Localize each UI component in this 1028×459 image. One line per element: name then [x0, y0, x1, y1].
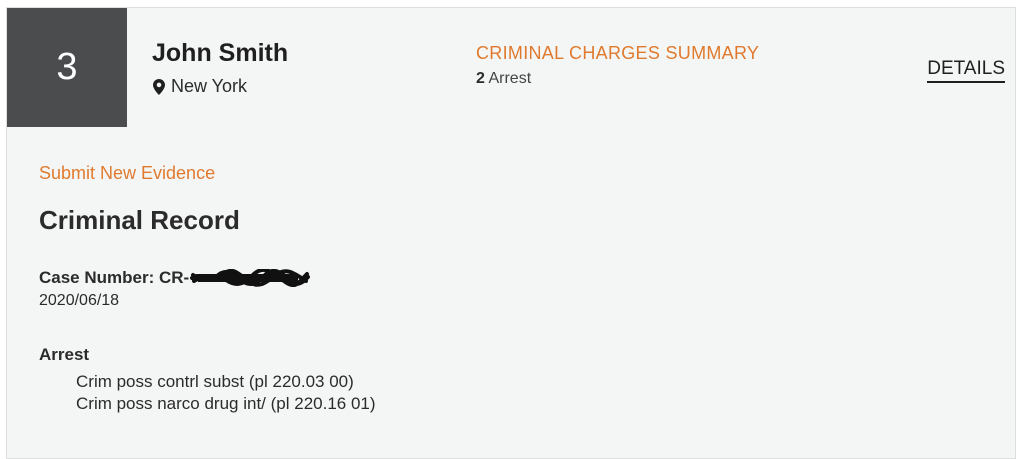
person-name: John Smith: [152, 39, 289, 67]
charge-list: Crim poss contrl subst (pl 220.03 00) Cr…: [76, 371, 376, 415]
location: New York: [153, 76, 247, 97]
arrest-count: 2: [476, 70, 485, 87]
details-link[interactable]: DETAILS: [927, 58, 1005, 83]
submit-evidence-link[interactable]: Submit New Evidence: [39, 163, 215, 184]
rank-badge: 3: [7, 8, 127, 127]
charge-item: Crim poss contrl subst (pl 220.03 00): [76, 372, 354, 391]
case-date: 2020/06/18: [39, 292, 120, 309]
map-pin-icon: [153, 78, 165, 95]
arrest-label: Arrest: [488, 70, 532, 87]
charges-summary-title: CRIMINAL CHARGES SUMMARY: [476, 43, 760, 63]
location-label: New York: [171, 76, 248, 96]
redaction-scribble: [190, 269, 311, 287]
charge-type: Arrest: [39, 345, 90, 364]
criminal-record-title: Criminal Record: [39, 205, 240, 235]
charge-item: Crim poss narco drug int/ (pl 220.16 01): [76, 394, 376, 413]
arrest-summary: 2 Arrest: [476, 70, 531, 88]
record-card: 3 John Smith New York CRIMINAL CHARGES S…: [6, 7, 1016, 459]
case-number-label: Case Number: CR-: [39, 268, 190, 287]
case-number: Case Number: CR-: [39, 268, 311, 288]
